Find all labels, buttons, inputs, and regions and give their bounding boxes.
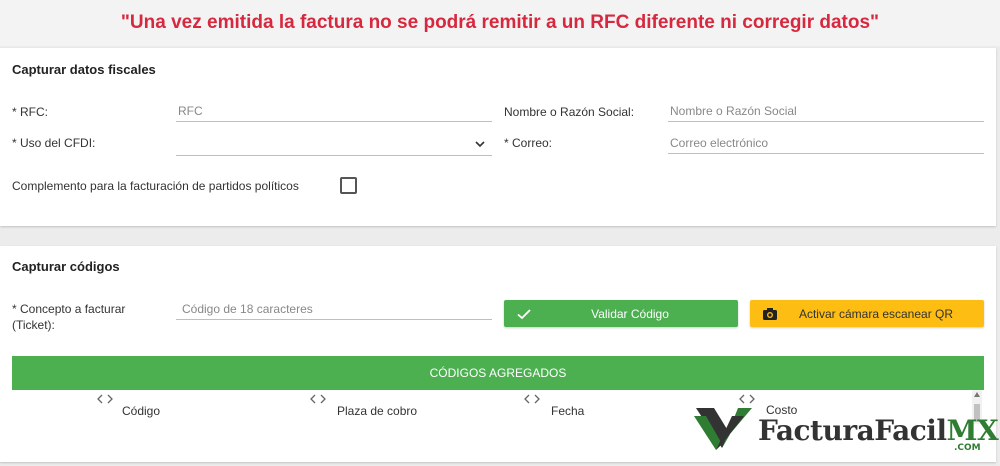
concepto-label-line1: * Concepto a facturar bbox=[12, 302, 126, 316]
codigo-field[interactable] bbox=[176, 298, 492, 320]
validate-code-label: Validar Código bbox=[591, 306, 669, 321]
correo-field[interactable] bbox=[668, 132, 984, 154]
rfc-label: * RFC: bbox=[12, 105, 48, 119]
column-label-codigo: Código bbox=[122, 404, 161, 418]
logo-domain-text: .COM bbox=[954, 443, 981, 453]
column-label-fecha: Fecha bbox=[551, 404, 585, 418]
complemento-checkbox[interactable] bbox=[340, 177, 357, 194]
logo-main-text: FacturaFacil bbox=[758, 414, 947, 447]
camera-icon bbox=[763, 308, 777, 320]
sort-arrows-icon[interactable] bbox=[523, 393, 541, 405]
razon-social-input[interactable] bbox=[668, 100, 984, 121]
correo-input[interactable] bbox=[668, 132, 984, 153]
chevron-down-icon[interactable] bbox=[474, 138, 486, 150]
codes-section-title: Capturar códigos bbox=[12, 259, 120, 274]
codes-table-header: CÓDIGOS AGREGADOS bbox=[12, 356, 984, 390]
warning-banner: "Una vez emitida la factura no se podrá … bbox=[0, 0, 1000, 46]
correo-label: * Correo: bbox=[504, 136, 553, 150]
rfc-input[interactable] bbox=[176, 100, 492, 121]
scroll-up-arrow[interactable] bbox=[974, 392, 980, 397]
concepto-label: * Concepto a facturar (Ticket): bbox=[12, 301, 125, 333]
logo-mark-icon bbox=[694, 408, 752, 450]
uso-cfdi-label: * Uso del CFDI: bbox=[12, 136, 96, 150]
facturafacil-logo: FacturaFacilMX .COM bbox=[692, 402, 999, 458]
fiscal-data-card: Capturar datos fiscales * RFC: Nombre o … bbox=[0, 48, 996, 226]
fiscal-section-title: Capturar datos fiscales bbox=[12, 62, 156, 77]
activate-camera-button[interactable]: Activar cámara escanear QR bbox=[750, 300, 984, 327]
column-label-plaza: Plaza de cobro bbox=[337, 404, 418, 418]
sort-arrows-icon[interactable] bbox=[96, 393, 114, 405]
complemento-label: Complemento para la facturación de parti… bbox=[12, 179, 299, 193]
uso-cfdi-select[interactable] bbox=[176, 134, 492, 156]
rfc-field[interactable] bbox=[176, 100, 492, 122]
check-icon bbox=[517, 309, 531, 320]
activate-camera-label: Activar cámara escanear QR bbox=[798, 306, 954, 321]
razon-social-label: Nombre o Razón Social: bbox=[504, 105, 635, 119]
razon-social-field[interactable] bbox=[668, 100, 984, 122]
concepto-label-line2: (Ticket): bbox=[12, 318, 55, 332]
validate-code-button[interactable]: Validar Código bbox=[504, 300, 738, 327]
sort-arrows-icon[interactable] bbox=[309, 393, 327, 405]
codigo-input[interactable] bbox=[176, 298, 492, 319]
